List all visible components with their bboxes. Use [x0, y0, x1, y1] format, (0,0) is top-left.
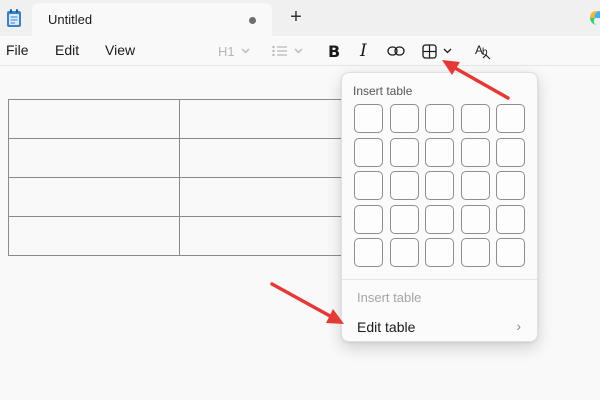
insert-table-popup: Insert table Insert table Edit table › [341, 72, 538, 342]
table-row [8, 177, 373, 217]
tab-untitled[interactable]: Untitled [32, 3, 272, 36]
grid-cell[interactable] [389, 204, 419, 234]
grid-cell[interactable] [425, 137, 454, 167]
grid-cell[interactable] [460, 137, 490, 167]
table-size-grid [354, 104, 525, 267]
table-cell[interactable] [8, 216, 180, 256]
spellcheck-button[interactable]: A b [475, 41, 493, 61]
grid-cell[interactable] [460, 204, 490, 234]
insert-table-button: Insert table [357, 290, 422, 305]
grid-cell[interactable] [354, 104, 383, 133]
grid-cell[interactable] [496, 104, 525, 133]
grid-cell[interactable] [425, 238, 454, 267]
table-row [8, 138, 373, 178]
list-dropdown[interactable] [272, 41, 303, 61]
chevron-down-icon [443, 48, 452, 54]
table-dropdown[interactable] [422, 41, 452, 61]
table-icon [422, 43, 437, 59]
grid-cell[interactable] [425, 104, 454, 133]
grid-cell[interactable] [354, 204, 383, 234]
menu-view[interactable]: View [105, 42, 135, 58]
grid-cell[interactable] [389, 171, 419, 200]
grid-cell[interactable] [389, 137, 419, 167]
grid-cell[interactable] [425, 204, 454, 234]
grid-cell[interactable] [460, 104, 490, 133]
table-cell[interactable] [8, 138, 180, 178]
chevron-right-icon: › [516, 318, 521, 334]
grid-cell[interactable] [389, 104, 419, 133]
grid-cell[interactable] [354, 137, 383, 167]
bold-icon: B [328, 41, 341, 61]
chevron-down-icon [241, 48, 250, 54]
grid-cell[interactable] [460, 238, 490, 267]
copilot-icon[interactable] [587, 8, 600, 28]
grid-cell[interactable] [496, 204, 525, 234]
heading-label: H1 [218, 43, 235, 59]
bulleted-list-icon [272, 45, 287, 57]
grid-cell[interactable] [496, 137, 525, 167]
bold-button[interactable]: B [328, 41, 340, 61]
grid-cell[interactable] [496, 238, 525, 267]
grid-cell[interactable] [354, 171, 383, 200]
popup-title: Insert table [353, 84, 413, 98]
table-cell[interactable] [8, 177, 180, 217]
italic-icon: I [360, 41, 367, 61]
link-button[interactable] [387, 41, 405, 61]
divider [342, 279, 537, 280]
menu-file[interactable]: File [6, 42, 29, 58]
title-bar: Untitled + [0, 0, 600, 36]
grid-cell[interactable] [354, 238, 383, 267]
grid-cell[interactable] [496, 171, 525, 200]
tab-title: Untitled [48, 12, 93, 27]
edit-table-label: Edit table [357, 319, 416, 335]
menu-bar: File Edit View H1 B I A b [0, 36, 600, 66]
table-row [8, 216, 373, 256]
annotation-arrow [270, 282, 344, 324]
italic-button[interactable]: I [360, 41, 367, 61]
grid-cell[interactable] [389, 238, 419, 267]
edit-table-menu-item[interactable]: Edit table › [346, 312, 533, 340]
unsaved-indicator-icon[interactable] [249, 17, 256, 24]
link-icon [387, 46, 405, 56]
grid-cell[interactable] [460, 171, 490, 200]
table-row [8, 99, 373, 139]
menu-edit[interactable]: Edit [55, 42, 79, 58]
chevron-down-icon [294, 48, 303, 54]
notepad-app-icon [7, 9, 21, 27]
grid-cell[interactable] [425, 171, 454, 200]
document-table[interactable] [8, 99, 373, 256]
spellcheck-icon: A b [475, 43, 491, 60]
table-cell[interactable] [8, 99, 180, 139]
new-tab-icon[interactable]: + [287, 6, 305, 28]
heading-dropdown[interactable]: H1 [218, 41, 250, 61]
